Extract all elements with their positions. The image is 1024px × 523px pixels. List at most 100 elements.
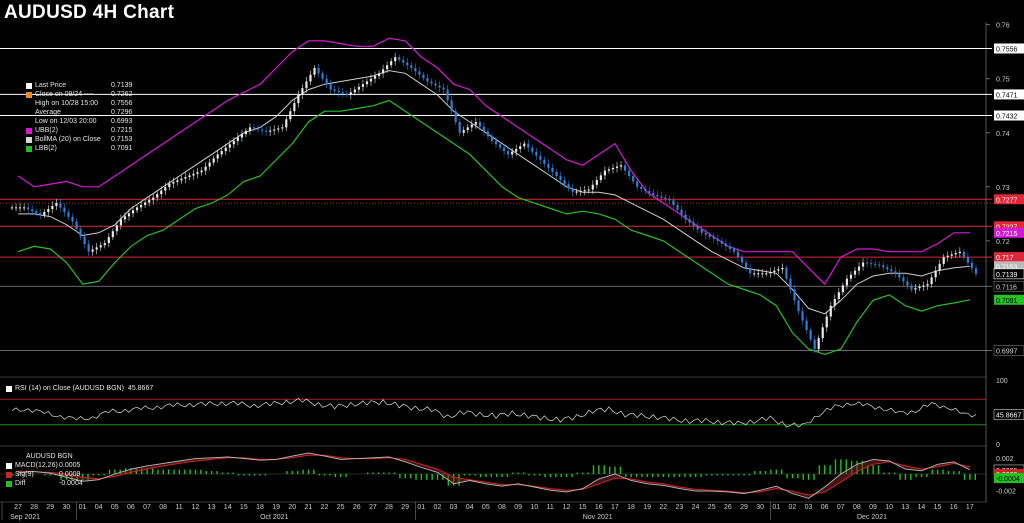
legend-row: Average 0.7296: [26, 108, 132, 117]
legend-row: UBB(2) 0.7215: [26, 126, 132, 135]
price-bar: [712, 236, 715, 239]
price-bar: [273, 129, 276, 131]
price-bar: [502, 147, 506, 152]
price-bar: [773, 270, 776, 272]
price-bar: [934, 270, 937, 278]
price-bar: [490, 136, 494, 141]
price-bar: [361, 84, 365, 87]
price-bar: [103, 243, 106, 246]
price-bar: [369, 78, 373, 82]
x-tick-50: 06: [821, 504, 829, 511]
y-tick-label-0.74: 0.74: [996, 131, 1010, 138]
x-tick-12: 13: [208, 504, 216, 511]
price-bar: [720, 240, 723, 244]
price-bar: [79, 228, 82, 237]
price-bar: [599, 175, 602, 181]
x-tick-21: 26: [353, 504, 361, 511]
x-tick-34: 12: [563, 504, 571, 511]
price-bar: [640, 186, 643, 189]
price-bar: [603, 170, 607, 176]
price-bar: [168, 183, 171, 188]
price-bar: [418, 71, 421, 75]
price-bar: [462, 130, 465, 133]
price-bar: [857, 266, 861, 271]
price-bar: [922, 285, 925, 287]
legend-swatch: [26, 91, 32, 98]
price-bar: [575, 191, 578, 193]
x-tick-16: 19: [272, 504, 280, 511]
macd-legend-label: Sig(9): [15, 471, 34, 478]
ref-label-0.7432: 0.7432: [996, 113, 1018, 120]
price-bar: [309, 74, 312, 82]
price-bar: [882, 265, 885, 268]
bollinger-bands: [17, 37, 971, 356]
x-tick-37: 17: [611, 504, 619, 511]
price-bar: [232, 140, 235, 145]
x-tick-28: 04: [466, 504, 474, 511]
price-bar: [555, 171, 558, 177]
price-bar: [281, 127, 284, 129]
legend-value: 0.7556: [111, 100, 133, 107]
price-bar: [494, 140, 498, 145]
price-bar: [740, 257, 744, 263]
x-tick-58: 16: [950, 504, 958, 511]
price-bar: [579, 190, 582, 192]
price-bar: [672, 200, 675, 206]
price-bar: [10, 207, 14, 209]
price-bar: [160, 190, 163, 195]
price-bar: [970, 262, 974, 269]
price-bar: [18, 207, 22, 209]
price-bar: [825, 316, 828, 328]
price-bar: [430, 81, 433, 84]
macd-legend-row: MACD(12,26) 0.0005: [6, 461, 83, 470]
legend-value: 0.7215: [111, 127, 133, 134]
macd-legend: AUDUSD BGN MACD(12,26) 0.0005 Sig(9) 0.0009…: [6, 452, 83, 488]
macd-line: [18, 452, 971, 499]
price-bar: [696, 226, 699, 230]
price-bar: [511, 151, 514, 155]
price-bar: [962, 251, 965, 258]
price-bar: [31, 209, 34, 212]
legend-row: Last Price 0.7139: [26, 81, 132, 90]
price-bar: [184, 177, 187, 179]
price-bar: [265, 130, 268, 132]
macd-panel: 0.002 -0.002 0.0005 0.0009 -0.0004: [0, 452, 1024, 499]
legend-swatch: [26, 82, 32, 89]
price-bar: [531, 147, 534, 152]
price-bar: [386, 65, 389, 70]
price-bar: [216, 154, 219, 159]
price-bar: [135, 207, 139, 211]
ref-label-0.7556: 0.7556: [996, 46, 1018, 53]
price-bar: [728, 246, 732, 249]
price-bar: [684, 214, 687, 220]
x-tick-53: 09: [869, 504, 877, 511]
price-bar: [236, 137, 239, 141]
price-bar: [507, 151, 510, 155]
price-bar: [406, 62, 409, 66]
rsi-current-label: 45.8667: [996, 413, 1021, 420]
price-bar: [51, 206, 54, 209]
macd-legend-label: Diff: [15, 480, 26, 487]
price-bar: [438, 85, 441, 88]
price-bar: [813, 339, 816, 349]
price-bar: [220, 151, 223, 155]
price-bar: [938, 263, 941, 271]
y-tick-label-0.75: 0.75: [996, 77, 1010, 84]
price-bar: [289, 111, 292, 120]
price-bar: [567, 184, 570, 189]
price-bar: [777, 269, 780, 271]
rsi-legend-value: 45.8667: [127, 385, 154, 392]
y-tick-label-0.73: 0.73: [996, 185, 1010, 192]
price-bar: [127, 213, 131, 217]
x-tick-18: 21: [304, 504, 312, 511]
price-bar: [664, 197, 667, 199]
price-bar: [958, 251, 961, 254]
price-bar: [547, 163, 550, 168]
price-bar: [632, 176, 635, 182]
price-bar: [87, 244, 90, 252]
macd-legend-value: 0.0009: [59, 471, 81, 478]
legend-swatch: [26, 110, 32, 116]
macd-legend-label: MACD(12,26): [15, 462, 58, 469]
price-bar: [849, 274, 853, 279]
price-bar: [402, 59, 405, 63]
